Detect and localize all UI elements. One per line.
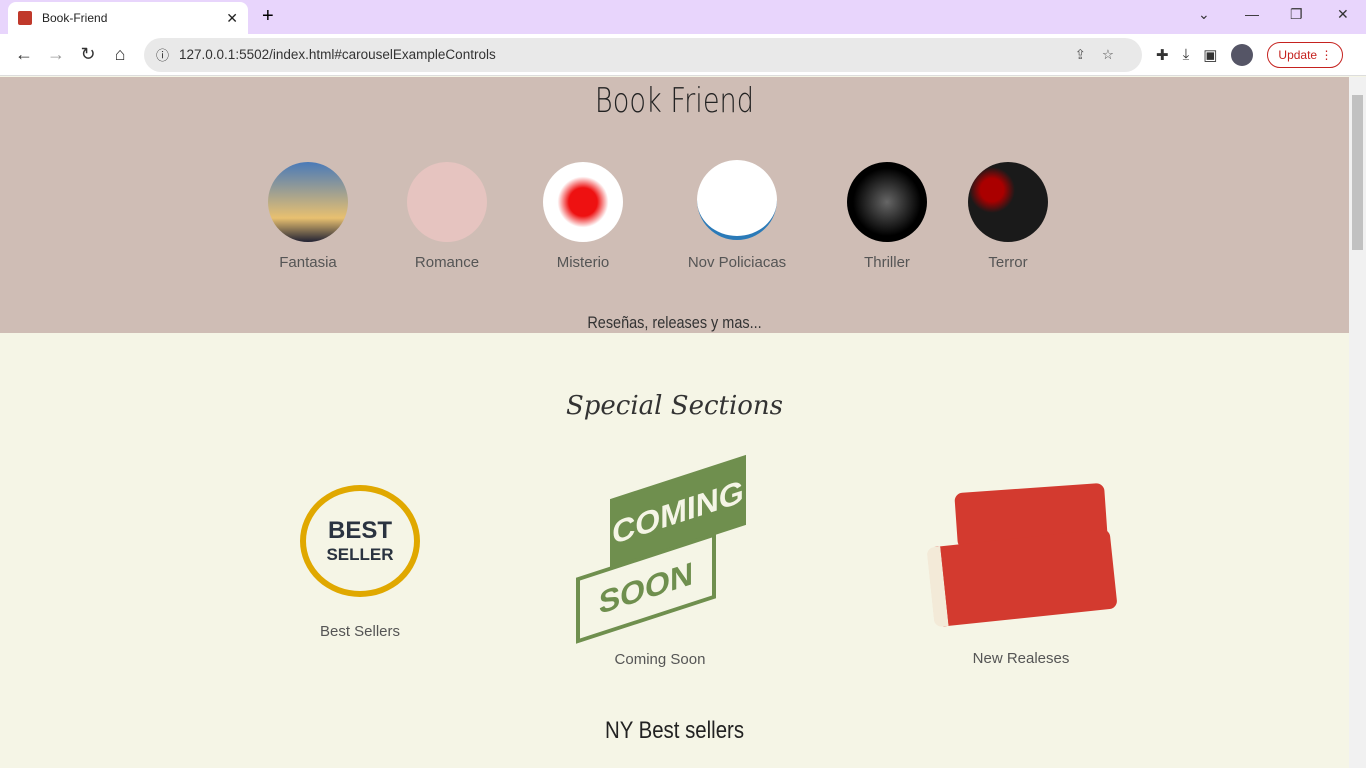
side-panel-icon[interactable]: ▣: [1203, 46, 1217, 64]
category-misterio[interactable]: Misterio: [518, 162, 648, 271]
home-icon[interactable]: ⌂: [104, 44, 136, 65]
scrollbar[interactable]: [1349, 77, 1366, 768]
hero-subtitle: Reseñas, releases y mas...: [587, 313, 762, 332]
tab-title: Book-Friend: [42, 11, 108, 25]
profile-avatar[interactable]: [1231, 43, 1254, 66]
category-image: [847, 162, 927, 242]
reload-icon[interactable]: ↻: [72, 44, 104, 65]
category-policiacas[interactable]: Nov Policiacas: [672, 160, 802, 271]
category-romance[interactable]: Romance: [382, 162, 512, 271]
ny-best-sellers-title: NY Best sellers: [604, 717, 745, 744]
new-tab-icon[interactable]: +: [262, 5, 274, 28]
update-label: Update: [1278, 47, 1318, 62]
section-label: New Realeses: [972, 650, 1070, 667]
favicon-icon: [18, 11, 32, 25]
best-seller-badge-icon: BEST SELLER: [300, 485, 420, 597]
section-new-releases[interactable]: New Realeses: [926, 482, 1118, 667]
badge-text: BEST: [327, 517, 392, 544]
category-image: [543, 162, 623, 242]
category-fantasia[interactable]: Fantasia: [243, 162, 373, 271]
hero-header: Book Friend Fantasia Romance Misterio No…: [0, 77, 1349, 333]
close-tab-icon[interactable]: ✕: [226, 10, 238, 27]
download-icon[interactable]: ⤓: [1183, 46, 1190, 63]
extensions-icon[interactable]: ✚: [1156, 46, 1169, 64]
address-bar[interactable]: ⓘ 127.0.0.1:5502/index.html#carouselExam…: [144, 37, 1142, 72]
info-icon: ⓘ: [156, 48, 170, 63]
category-image: [268, 162, 348, 242]
scrollbar-thumb[interactable]: [1352, 95, 1363, 250]
books-stack-icon: [926, 482, 1118, 630]
browser-tab[interactable]: Book-Friend ✕: [8, 2, 248, 34]
category-image: [968, 162, 1048, 242]
coming-soon-sign-icon: COMING SOON: [570, 454, 750, 644]
back-icon[interactable]: ←: [8, 44, 40, 65]
section-label: Best Sellers: [319, 623, 401, 640]
url-text: 127.0.0.1:5502/index.html#carouselExampl…: [179, 47, 496, 62]
category-thriller[interactable]: Thriller: [822, 162, 952, 271]
category-label: Thriller: [864, 254, 910, 271]
category-label: Misterio: [556, 254, 610, 271]
tab-bar: Book-Friend ✕ + ⌄ — ❐ ✕: [0, 0, 1366, 34]
page-content: Book Friend Fantasia Romance Misterio No…: [0, 77, 1349, 768]
site-title: Book Friend: [594, 81, 755, 121]
share-bookmark-icons[interactable]: ⇪☆: [1075, 47, 1130, 63]
section-best-sellers[interactable]: BEST SELLER Best Sellers: [290, 485, 430, 640]
minimize-icon[interactable]: —: [1245, 6, 1259, 22]
special-sections-title: Special Sections: [565, 391, 784, 421]
close-window-icon[interactable]: ✕: [1337, 6, 1349, 23]
browser-toolbar: ← → ↻ ⌂ ⓘ 127.0.0.1:5502/index.html#caro…: [0, 34, 1366, 76]
category-label: Romance: [414, 254, 480, 271]
update-button[interactable]: Update ⋮: [1267, 41, 1344, 68]
category-label: Terror: [988, 254, 1028, 271]
category-image: [697, 160, 777, 240]
category-image: [407, 162, 487, 242]
category-terror[interactable]: Terror: [943, 162, 1073, 271]
category-label: Fantasia: [279, 254, 337, 271]
tab-search-icon[interactable]: ⌄: [1198, 6, 1210, 23]
section-coming-soon[interactable]: COMING SOON Coming Soon: [570, 454, 750, 668]
category-label: Nov Policiacas: [687, 254, 787, 271]
badge-text: SELLER: [326, 545, 394, 564]
restore-icon[interactable]: ❐: [1290, 6, 1303, 23]
forward-icon[interactable]: →: [40, 44, 72, 65]
section-label: Coming Soon: [614, 651, 706, 668]
